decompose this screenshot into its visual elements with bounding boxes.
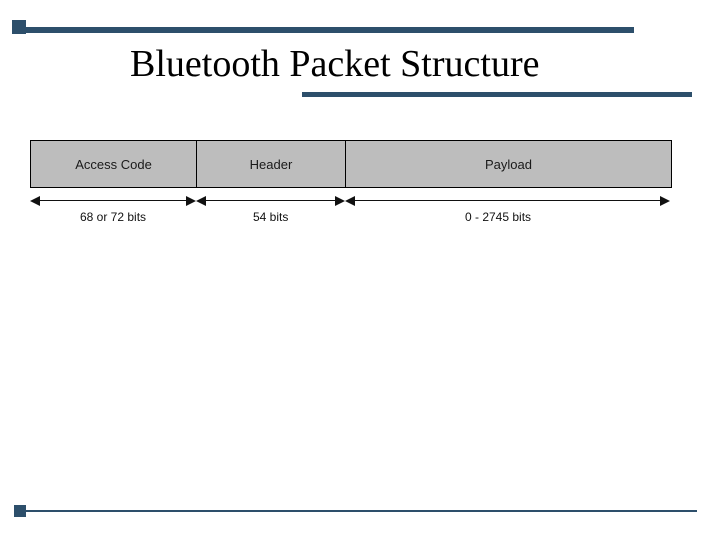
packet-diagram: Access Code Header Payload 68 or 72 bits… <box>30 140 670 224</box>
arrow-right-icon <box>660 196 670 206</box>
arrow-line <box>206 200 335 201</box>
arrow-line <box>40 200 186 201</box>
measure-row: 68 or 72 bits 54 bits 0 - 2745 bits <box>30 194 670 224</box>
arrow-line <box>355 200 660 201</box>
footer-bar <box>22 510 697 512</box>
accent-bottom-square <box>14 505 26 517</box>
size-label-header: 54 bits <box>253 210 288 224</box>
segment-access-code: Access Code <box>31 141 197 187</box>
size-label-access-code: 68 or 72 bits <box>80 210 146 224</box>
segment-label: Payload <box>485 157 532 172</box>
arrow-left-icon <box>345 196 355 206</box>
arrow-right-icon <box>186 196 196 206</box>
arrow-right-icon <box>335 196 345 206</box>
segment-header: Header <box>197 141 346 187</box>
title-sub-bar <box>302 92 692 97</box>
packet-row: Access Code Header Payload <box>30 140 672 188</box>
segment-label: Header <box>250 157 293 172</box>
segment-payload: Payload <box>346 141 671 187</box>
page-title: Bluetooth Packet Structure <box>130 42 539 86</box>
segment-label: Access Code <box>75 157 152 172</box>
title-top-bar <box>24 27 634 33</box>
size-label-payload: 0 - 2745 bits <box>465 210 531 224</box>
arrow-left-icon <box>196 196 206 206</box>
arrow-left-icon <box>30 196 40 206</box>
